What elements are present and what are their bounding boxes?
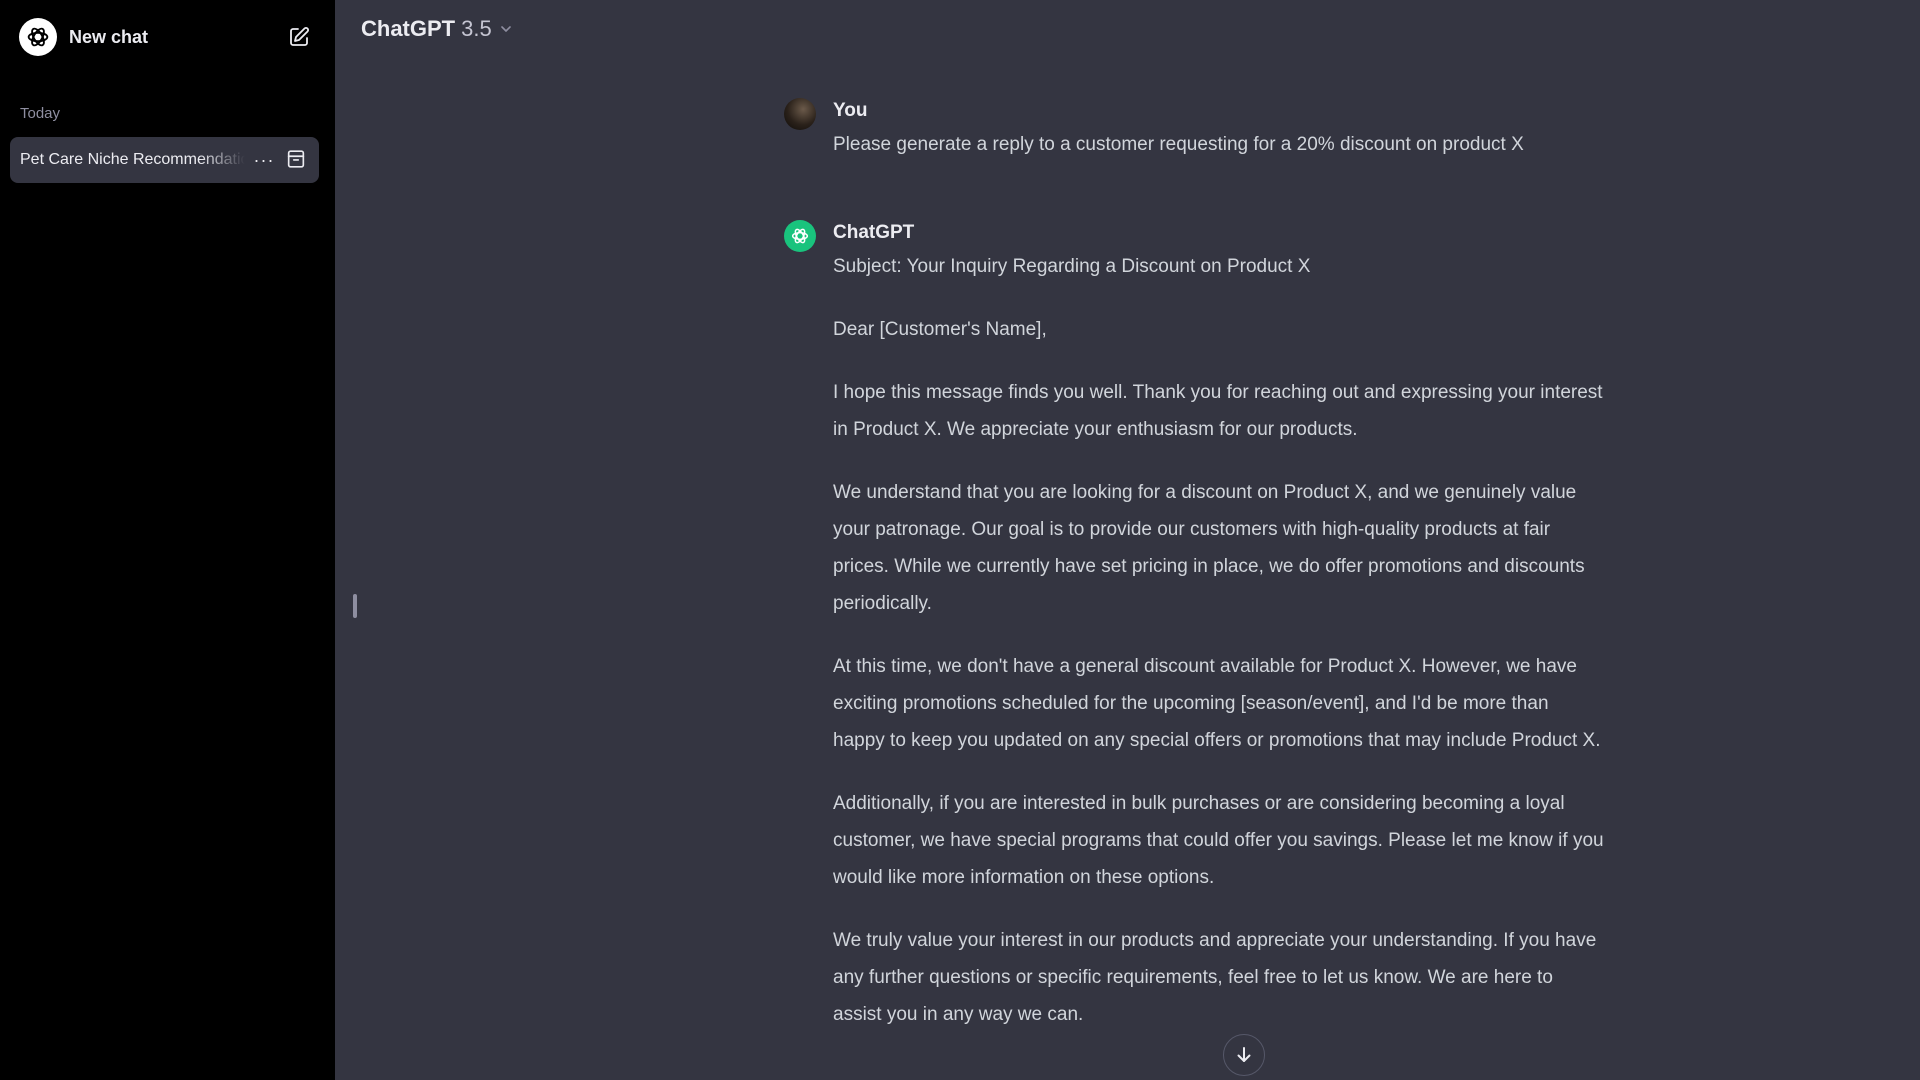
new-chat-label: New chat: [69, 26, 149, 47]
sidebar: New chat Today Pet Care Niche Recommenda…: [0, 0, 335, 1080]
chat-main: ChatGPT 3.5 You Please generate a reply …: [335, 0, 1920, 1080]
assistant-paragraph: I hope this message finds you well. Than…: [833, 382, 1603, 440]
user-avatar: [784, 98, 816, 130]
assistant-message: ChatGPT Subject: Your Inquiry Regarding …: [784, 218, 1604, 1059]
new-chat-button[interactable]: New chat: [10, 12, 315, 62]
openai-logo-icon: [19, 18, 57, 56]
assistant-message-text: Subject: Your Inquiry Regarding a Discou…: [833, 248, 1604, 1033]
assistant-paragraph: We understand that you are looking for a…: [833, 482, 1585, 614]
assistant-author-label: ChatGPT: [833, 222, 915, 243]
history-item[interactable]: Pet Care Niche Recommendations ···: [10, 137, 319, 183]
arrow-down-icon: [1237, 1047, 1251, 1062]
history-item-label: Pet Care Niche Recommendations: [20, 151, 245, 168]
archive-icon[interactable]: [285, 148, 307, 170]
sidebar-resize-handle[interactable]: [353, 594, 357, 618]
assistant-avatar-icon: [784, 220, 816, 252]
assistant-paragraph: We truly value your interest in our prod…: [833, 930, 1597, 1025]
assistant-paragraph: Additionally, if you are interested in b…: [833, 793, 1604, 888]
user-author-label: You: [833, 100, 868, 121]
model-selector[interactable]: ChatGPT 3.5: [361, 16, 514, 42]
model-version: 3.5: [461, 16, 492, 41]
history-section-today: Today: [20, 105, 61, 122]
assistant-paragraph: Subject: Your Inquiry Regarding a Discou…: [833, 256, 1311, 277]
user-message: You Please generate a reply to a custome…: [784, 96, 1604, 163]
model-name: ChatGPT: [361, 16, 456, 41]
scroll-to-bottom-button[interactable]: [1223, 1034, 1265, 1076]
assistant-paragraph: Dear [Customer's Name],: [833, 319, 1047, 340]
more-options-icon[interactable]: ···: [253, 149, 275, 171]
user-message-text: Please generate a reply to a customer re…: [833, 134, 1524, 155]
app-window: New chat Today Pet Care Niche Recommenda…: [0, 0, 1920, 1080]
new-chat-edit-icon[interactable]: [287, 25, 311, 49]
assistant-paragraph: At this time, we don't have a general di…: [833, 656, 1601, 751]
chevron-down-icon: [500, 26, 511, 32]
